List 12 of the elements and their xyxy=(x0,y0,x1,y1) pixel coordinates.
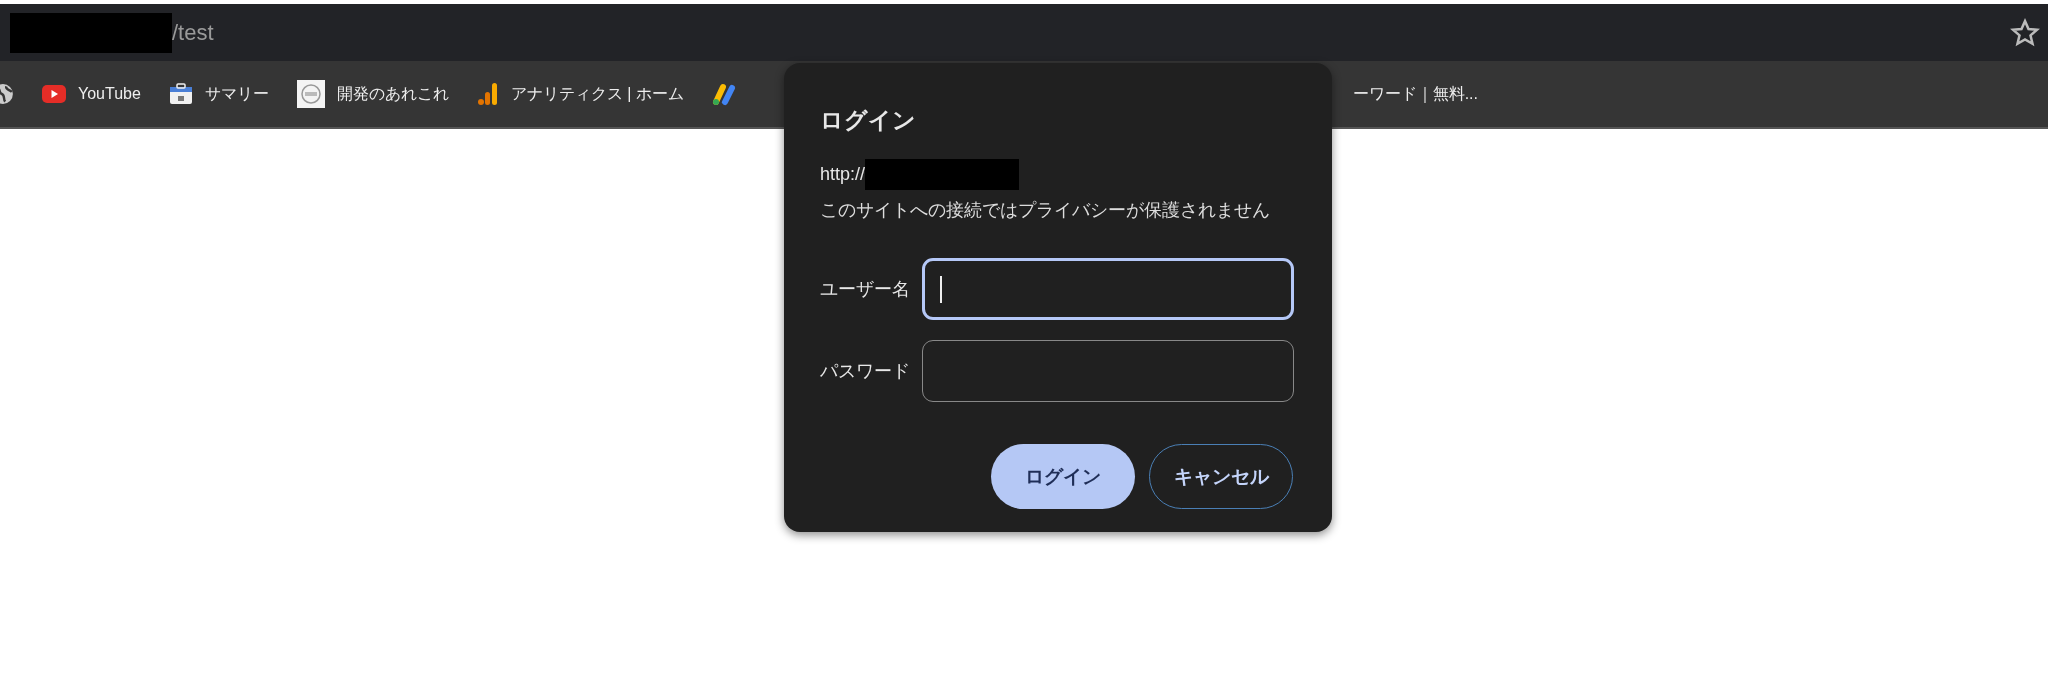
privacy-warning: このサイトへの接続ではプライバシーが保護されません xyxy=(820,199,1271,222)
bookmark-item[interactable]: YouTube xyxy=(78,85,141,103)
field-label: ユーザー名 xyxy=(820,278,911,301)
field-label: パスワード xyxy=(820,360,911,383)
bookmark-item[interactable]: 開発のあれこれ xyxy=(336,83,449,105)
address-text[interactable]: /test xyxy=(172,19,214,46)
site-origin: http:// xyxy=(820,163,866,185)
bookmark-item[interactable]: ーワード｜無料... xyxy=(1352,83,1478,105)
dialog-title: ログイン xyxy=(820,106,917,135)
login-button[interactable]: ログイン xyxy=(991,444,1135,509)
bookmark-item[interactable]: サマリー xyxy=(204,83,269,105)
bookmark-item[interactable]: アナリティクス | ホーム xyxy=(510,83,684,105)
